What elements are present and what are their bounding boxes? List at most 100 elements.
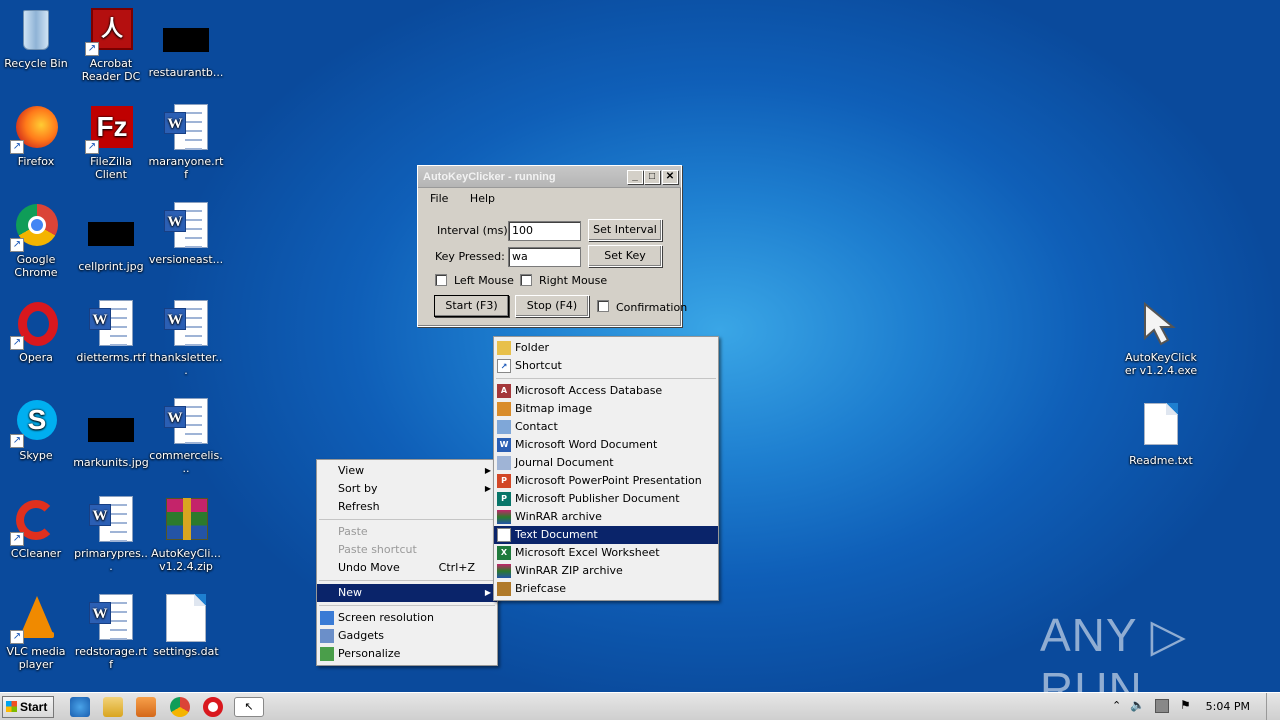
bitmap-icon xyxy=(497,402,511,416)
menu-help[interactable]: Help xyxy=(470,192,495,205)
desktop-icon-acrobat[interactable]: 人 ↗ Acrobat Reader DC xyxy=(73,6,149,83)
menu-file[interactable]: File xyxy=(430,192,448,205)
new-item-winrar[interactable]: WinRAR archive xyxy=(494,508,718,526)
menu-item-view[interactable]: View ▶ xyxy=(317,462,497,480)
desktop-icon-ccleaner[interactable]: ↗ CCleaner xyxy=(0,496,74,560)
set-interval-button[interactable]: Set Interval xyxy=(588,219,662,241)
desktop-icon-skype[interactable]: S ↗ Skype xyxy=(0,398,74,462)
desktop-context-menu: View ▶ Sort by ▶ Refresh Paste Paste short… xyxy=(316,459,498,666)
opera-taskbar-icon[interactable] xyxy=(203,697,223,717)
key-pressed-label: Key Pressed: xyxy=(435,250,505,263)
submenu-arrow-icon: ▶ xyxy=(484,484,491,493)
close-button[interactable]: ✕ xyxy=(662,170,678,184)
explorer-folder-icon[interactable] xyxy=(103,697,123,717)
shortcut-arrow-icon: ↗ xyxy=(10,630,24,644)
word-icon: W xyxy=(497,438,511,452)
new-item-winrar-zip[interactable]: WinRAR ZIP archive xyxy=(494,562,718,580)
desktop-icon-markunits[interactable]: markunits.jpg xyxy=(73,406,149,469)
volume-icon[interactable]: 🔈 xyxy=(1130,698,1145,712)
icon-label: markunits.jpg xyxy=(73,456,149,469)
word-doc-icon: W xyxy=(87,300,135,348)
excel-icon: X xyxy=(497,546,511,560)
icon-label: AutoKeyCli... v1.2.4.zip xyxy=(151,547,221,573)
new-item-shortcut[interactable]: ↗ Shortcut xyxy=(494,357,718,375)
icon-label: thanksletter... xyxy=(149,351,223,377)
action-center-flag-icon[interactable]: ⚑ xyxy=(1180,698,1191,712)
menu-item-personalize[interactable]: Personalize xyxy=(317,645,497,663)
desktop-icon-versioneast[interactable]: W versioneast... xyxy=(148,202,224,266)
desktop-icon-maranyone[interactable]: W maranyone.rtf xyxy=(148,104,224,181)
desktop-icon-redstorage[interactable]: W redstorage.rtf xyxy=(73,594,149,671)
autokeyclicker-taskbar-icon[interactable]: ↖ xyxy=(234,697,264,717)
network-icon[interactable] xyxy=(1155,699,1169,713)
new-item-powerpoint[interactable]: P Microsoft PowerPoint Presentation xyxy=(494,472,718,490)
menu-item-sort-by[interactable]: Sort by ▶ xyxy=(317,480,497,498)
new-item-contact[interactable]: Contact xyxy=(494,418,718,436)
word-doc-icon: W xyxy=(162,104,210,152)
menu-item-new[interactable]: New ▶ xyxy=(317,584,497,602)
new-item-bitmap[interactable]: Bitmap image xyxy=(494,400,718,418)
new-item-folder[interactable]: Folder xyxy=(494,339,718,357)
new-item-access[interactable]: A Microsoft Access Database xyxy=(494,382,718,400)
start-button[interactable]: Start xyxy=(2,696,54,718)
menu-item-label: Microsoft Access Database xyxy=(515,384,663,397)
left-mouse-checkbox[interactable] xyxy=(435,274,447,286)
maximize-button[interactable]: □ xyxy=(644,170,660,184)
desktop-icon-dietterms[interactable]: W dietterms.rtf xyxy=(73,300,149,364)
desktop-icon-autokey-zip[interactable]: AutoKeyCli... v1.2.4.zip xyxy=(148,496,224,573)
icon-label: AutoKeyClicker v1.2.4.exe xyxy=(1124,351,1198,377)
right-mouse-checkbox[interactable] xyxy=(520,274,532,286)
new-item-excel[interactable]: X Microsoft Excel Worksheet xyxy=(494,544,718,562)
show-desktop-button[interactable] xyxy=(1266,693,1280,720)
new-item-publisher[interactable]: P Microsoft Publisher Document xyxy=(494,490,718,508)
desktop-icon-thanksletter[interactable]: W thanksletter... xyxy=(148,300,224,377)
icon-label: FileZilla Client xyxy=(90,155,132,181)
minimize-button[interactable]: _ xyxy=(627,170,643,184)
menu-item-gadgets[interactable]: Gadgets xyxy=(317,627,497,645)
media-player-icon[interactable] xyxy=(136,697,156,717)
icon-label: maranyone.rtf xyxy=(148,155,224,181)
menu-item-undo-move[interactable]: Undo Move Ctrl+Z xyxy=(317,559,497,577)
key-pressed-input[interactable]: wa xyxy=(508,247,581,267)
stop-button[interactable]: Stop (F4) xyxy=(515,295,589,317)
interval-input[interactable]: 100 xyxy=(508,221,581,241)
new-item-journal[interactable]: Journal Document xyxy=(494,454,718,472)
desktop-icon-recycle-bin[interactable]: Recycle Bin xyxy=(0,6,74,70)
new-item-word[interactable]: W Microsoft Word Document xyxy=(494,436,718,454)
image-thumbnail-icon xyxy=(88,222,134,246)
taskbar-clock[interactable]: 5:04 PM xyxy=(1206,693,1250,720)
menu-item-label: Personalize xyxy=(338,647,401,660)
menu-item-paste[interactable]: Paste xyxy=(317,523,497,541)
menu-item-label: Folder xyxy=(515,341,549,354)
icon-label: redstorage.rtf xyxy=(74,645,148,671)
desktop-icon-cellprint[interactable]: cellprint.jpg xyxy=(73,210,149,273)
desktop-icon-opera[interactable]: ↗ Opera xyxy=(0,300,74,364)
desktop-icon-autokeyclicker-exe[interactable]: AutoKeyClicker v1.2.4.exe xyxy=(1122,300,1200,377)
new-item-briefcase[interactable]: Briefcase xyxy=(494,580,718,598)
desktop-icon-vlc[interactable]: ↗ VLC media player xyxy=(0,594,74,671)
desktop-icon-chrome[interactable]: ↗ Google Chrome xyxy=(0,202,74,279)
desktop-icon-firefox[interactable]: ↗ Firefox xyxy=(0,104,74,168)
shortcut-arrow-icon: ↗ xyxy=(10,434,24,448)
new-item-text-document[interactable]: Text Document xyxy=(494,526,718,544)
window-titlebar[interactable]: AutoKeyClicker - running _ □ ✕ xyxy=(418,166,681,188)
desktop-icon-restaurantb[interactable]: restaurantb... xyxy=(148,16,224,79)
desktop-icon-primarypres[interactable]: W primarypres... xyxy=(73,496,149,573)
confirmation-checkbox[interactable] xyxy=(597,300,609,312)
internet-explorer-icon[interactable] xyxy=(70,697,90,717)
chrome-taskbar-icon[interactable] xyxy=(170,697,190,717)
desktop-icon-commercelis[interactable]: W commercelis... xyxy=(148,398,224,475)
set-key-button[interactable]: Set Key xyxy=(588,245,662,267)
menu-item-paste-shortcut[interactable]: Paste shortcut xyxy=(317,541,497,559)
start-button[interactable]: Start (F3) xyxy=(434,295,509,317)
shortcut-arrow-icon: ↗ xyxy=(10,238,24,252)
show-hidden-icons-icon[interactable]: ⌃ xyxy=(1112,699,1121,712)
file-icon xyxy=(162,594,210,642)
menu-item-screen-resolution[interactable]: Screen resolution xyxy=(317,609,497,627)
vlc-icon: ↗ xyxy=(10,594,60,644)
desktop-icon-readme[interactable]: Readme.txt xyxy=(1122,400,1200,467)
desktop-icon-settings-dat[interactable]: settings.dat xyxy=(148,594,224,658)
autokeyclicker-window: AutoKeyClicker - running _ □ ✕ File Help… xyxy=(417,165,687,327)
desktop-icon-filezilla[interactable]: Fz ↗ FileZilla Client xyxy=(73,104,149,181)
menu-item-refresh[interactable]: Refresh xyxy=(317,498,497,516)
